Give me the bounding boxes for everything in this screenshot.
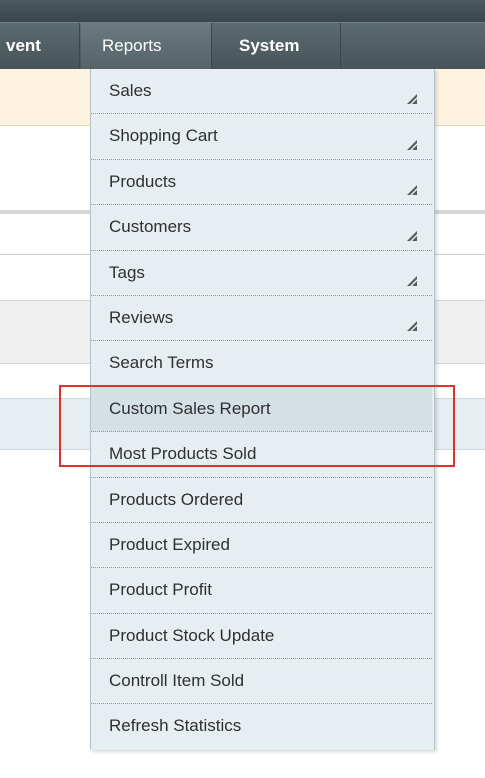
menu-item-refresh-statistics[interactable]: Refresh Statistics [91,704,432,749]
submenu-arrow-icon [407,230,417,241]
menu-item-products[interactable]: Products [91,160,432,206]
menu-item-product-profit[interactable]: Product Profit [91,568,432,614]
nav-item-event[interactable]: vent [0,23,80,69]
menu-item-label: Sales [109,81,152,100]
nav-item-system[interactable]: System [213,23,341,69]
submenu-arrow-icon [407,321,417,332]
menu-item-label: Search Terms [109,353,214,373]
menu-item-most-products-sold[interactable]: Most Products Sold [91,432,432,478]
menu-item-label: Refresh Statistics [109,716,242,736]
menu-item-search-terms[interactable]: Search Terms [91,341,432,387]
main-nav: vent Reports System [0,22,485,69]
submenu-arrow-icon [407,94,417,105]
menu-item-custom-sales-report[interactable]: Custom Sales Report [91,386,432,433]
menu-item-label: Custom Sales Report [109,398,271,418]
menu-item-label: Product Expired [109,534,230,554]
menu-item-shopping-cart[interactable]: Shopping Cart [91,114,432,160]
menu-item-product-stock-update[interactable]: Product Stock Update [91,614,432,660]
menu-item-customers[interactable]: Customers [91,205,432,251]
header-strip [0,0,485,22]
menu-item-controll-item-sold[interactable]: Controll Item Sold [91,659,432,705]
menu-item-label: Products Ordered [109,489,244,509]
reports-dropdown-menu: Sales Shopping Cart Products Customers Tags R… [90,69,435,750]
menu-item-label: Shopping Cart [109,126,218,146]
menu-item-label: Reviews [109,307,174,327]
submenu-arrow-icon [407,275,417,286]
submenu-arrow-icon [407,185,417,196]
menu-item-tags[interactable]: Tags [91,251,432,296]
menu-item-label: Products [109,171,177,191]
menu-item-label: Most Products Sold [109,444,257,464]
menu-item-label: Controll Item Sold [109,671,245,691]
menu-item-label: Tags [109,262,145,282]
menu-item-sales[interactable]: Sales [91,69,432,115]
menu-item-label: Product Profit [109,580,212,600]
menu-item-products-ordered[interactable]: Products Ordered [91,478,432,523]
menu-item-product-expired[interactable]: Product Expired [91,523,432,569]
nav-item-reports[interactable]: Reports [81,23,212,69]
menu-item-label: Product Stock Update [109,625,275,645]
admin-screen: vent Reports System Sales Shopping Cart Pr… [0,0,485,778]
submenu-arrow-icon [407,139,417,150]
menu-item-label: Customers [109,217,192,237]
menu-item-reviews[interactable]: Reviews [91,296,432,342]
